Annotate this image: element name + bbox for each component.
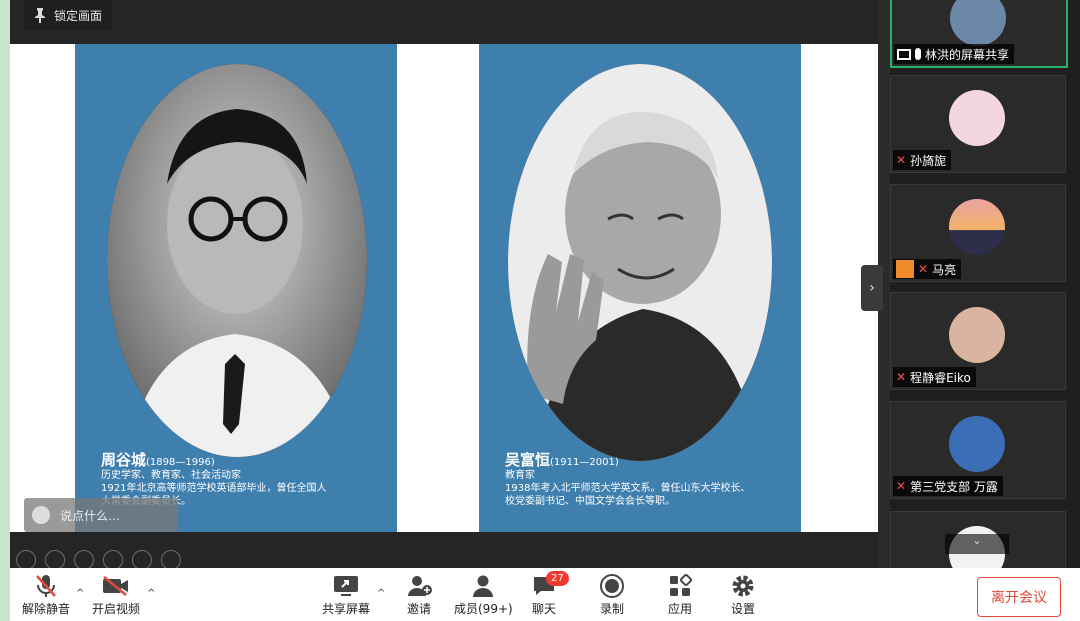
portrait-panel-right: 吴富恒(1911—2001) 教育家 1938年考入北平师范大学英文系。曾任山东… <box>479 44 801 532</box>
collapse-sidebar-button[interactable]: › <box>861 265 883 311</box>
mic-muted-icon <box>36 575 56 597</box>
participant-name-tag: 林洪的屏幕共享 <box>894 44 1015 64</box>
shared-screen-stage: 锁定画面 周谷城(1898—1996) 历史学家、教育家、社会活动家 1921年… <box>10 0 883 570</box>
more-icon[interactable] <box>161 550 181 570</box>
chat-placeholder: 说点什么… <box>60 508 121 523</box>
share-screen-label: 共享屏幕 <box>322 602 371 616</box>
mic-icon <box>915 48 921 60</box>
pointer-icon[interactable] <box>103 550 123 570</box>
participant-name-tag: ✕ 马亮 <box>893 259 962 279</box>
members-label: 成员(99+) <box>454 602 513 616</box>
prev-slide-icon[interactable] <box>16 550 36 570</box>
portrait-panel-left: 周谷城(1898—1996) 历史学家、教育家、社会活动家 1921年北京高等师… <box>75 44 397 532</box>
person-years-right: (1911—2001) <box>550 457 619 468</box>
slide-controls <box>16 550 181 570</box>
leave-meeting-button[interactable]: 离开会议 <box>977 577 1061 617</box>
caption-right-line3: 校党委副书记、中国文学会会长等职。 <box>505 496 675 507</box>
avatar <box>949 307 1005 363</box>
user-icon <box>896 260 914 278</box>
settings-label: 设置 <box>730 602 755 616</box>
lock-screen-label: 锁定画面 <box>54 8 103 23</box>
participant-name: 程静睿Eiko <box>910 370 971 385</box>
record-icon <box>600 574 624 598</box>
caption-right-line2: 1938年考入北平师范大学英文系。曾任山东大学校长、 <box>505 483 751 494</box>
caption-left-line2: 1921年北京高等师范学校英语部毕业，曾任全国人 <box>101 483 327 494</box>
share-screen-icon <box>334 576 358 596</box>
participant-name: 第三党支部 万露 <box>910 479 998 494</box>
caption-right: 吴富恒(1911—2001) 教育家 1938年考入北平师范大学英文系。曾任山东… <box>505 451 751 508</box>
mic-muted-icon: ✕ <box>896 479 907 493</box>
chat-unread-badge: 27 <box>546 571 569 586</box>
chat-button[interactable]: 27 聊天 <box>532 571 569 617</box>
lock-screen-button[interactable]: 锁定画面 <box>24 0 113 30</box>
apps-button[interactable]: 应用 <box>668 572 692 617</box>
avatar <box>949 416 1005 472</box>
unmute-label: 解除静音 <box>22 602 71 616</box>
meeting-toolbar: 解除静音 ^ 开启视频 ^ 共享屏幕 ^ 邀请 成员(99+) 27 聊天 录制 <box>10 568 1080 621</box>
participant-name-tag: ✕ 程静睿Eiko <box>893 367 976 387</box>
apps-label: 应用 <box>668 602 693 616</box>
video-options-chevron[interactable]: ^ <box>147 588 155 599</box>
mic-muted-icon: ✕ <box>896 153 907 167</box>
members-button[interactable]: 成员(99+) <box>454 572 513 617</box>
record-button[interactable]: 录制 <box>599 572 625 617</box>
share-screen-button[interactable]: 共享屏幕 <box>322 572 370 617</box>
screen-share-icon <box>897 48 911 60</box>
start-video-label: 开启视频 <box>92 602 141 616</box>
meeting-window: 锁定画面 周谷城(1898—1996) 历史学家、教育家、社会活动家 1921年… <box>10 0 1080 621</box>
mic-muted-icon: ✕ <box>896 370 907 384</box>
pin-icon <box>35 8 45 23</box>
apps-grid-icon <box>670 574 692 596</box>
participant-name-tag: ✕ 第三党支部 万露 <box>893 476 1003 496</box>
invite-label: 邀请 <box>406 602 431 616</box>
chat-label: 聊天 <box>532 602 557 616</box>
chat-bubble-input[interactable]: 说点什么… <box>24 498 178 532</box>
camera-off-icon <box>103 576 128 596</box>
person-name-left: 周谷城 <box>101 451 147 469</box>
record-label: 录制 <box>599 602 624 616</box>
portrait-photo-right <box>508 64 772 461</box>
start-video-button[interactable]: 开启视频 <box>92 572 140 617</box>
participant-name: 林洪的屏幕共享 <box>925 47 1010 62</box>
audio-options-chevron[interactable]: ^ <box>76 588 84 599</box>
zoom-icon[interactable] <box>132 550 152 570</box>
participant-tile[interactable]: ✕ 程静睿Eiko <box>890 292 1066 390</box>
members-icon <box>473 575 494 597</box>
unmute-button[interactable]: 解除静音 <box>22 572 70 617</box>
caption-left-line1: 历史学家、教育家、社会活动家 <box>101 470 241 481</box>
participant-name: 孙旖旎 <box>910 153 947 168</box>
invite-user-icon <box>408 576 432 596</box>
person-years-left: (1898—1996) <box>146 457 215 468</box>
leave-meeting-label: 离开会议 <box>991 590 1047 606</box>
presentation-slide: 周谷城(1898—1996) 历史学家、教育家、社会活动家 1921年北京高等师… <box>10 44 878 570</box>
share-options-chevron[interactable]: ^ <box>377 588 385 599</box>
scroll-down-icon[interactable]: ⌄ <box>945 534 1009 554</box>
person-name-right: 吴富恒 <box>505 451 551 469</box>
participant-tile[interactable]: ✕ 第三党支部 万露 <box>890 401 1066 499</box>
participant-tile[interactable]: ✕ 孙旖旎 <box>890 75 1066 173</box>
participant-name-tag: ✕ 孙旖旎 <box>893 150 952 170</box>
next-slide-icon[interactable] <box>45 550 65 570</box>
participant-sidebar: 林洪的屏幕共享 ✕ 孙旖旎 ✕ 马亮 ✕ 程静睿Eiko ✕ 第三党支部 万露 … <box>890 0 1080 609</box>
smile-icon <box>32 506 50 524</box>
portrait-photo-left <box>107 64 367 457</box>
settings-button[interactable]: 设置 <box>730 572 756 617</box>
mic-muted-icon: ✕ <box>918 262 929 276</box>
avatar <box>949 199 1005 255</box>
invite-button[interactable]: 邀请 <box>406 572 432 617</box>
gear-icon <box>732 575 754 597</box>
caption-right-line1: 教育家 <box>505 470 535 481</box>
chevron-right-icon: › <box>869 280 875 296</box>
participant-tile[interactable]: ✕ 马亮 <box>890 184 1066 282</box>
avatar <box>950 0 1006 46</box>
participant-name: 马亮 <box>932 262 957 277</box>
participant-tile[interactable]: 林洪的屏幕共享 <box>890 0 1068 68</box>
pen-icon[interactable] <box>74 550 94 570</box>
avatar <box>949 90 1005 146</box>
